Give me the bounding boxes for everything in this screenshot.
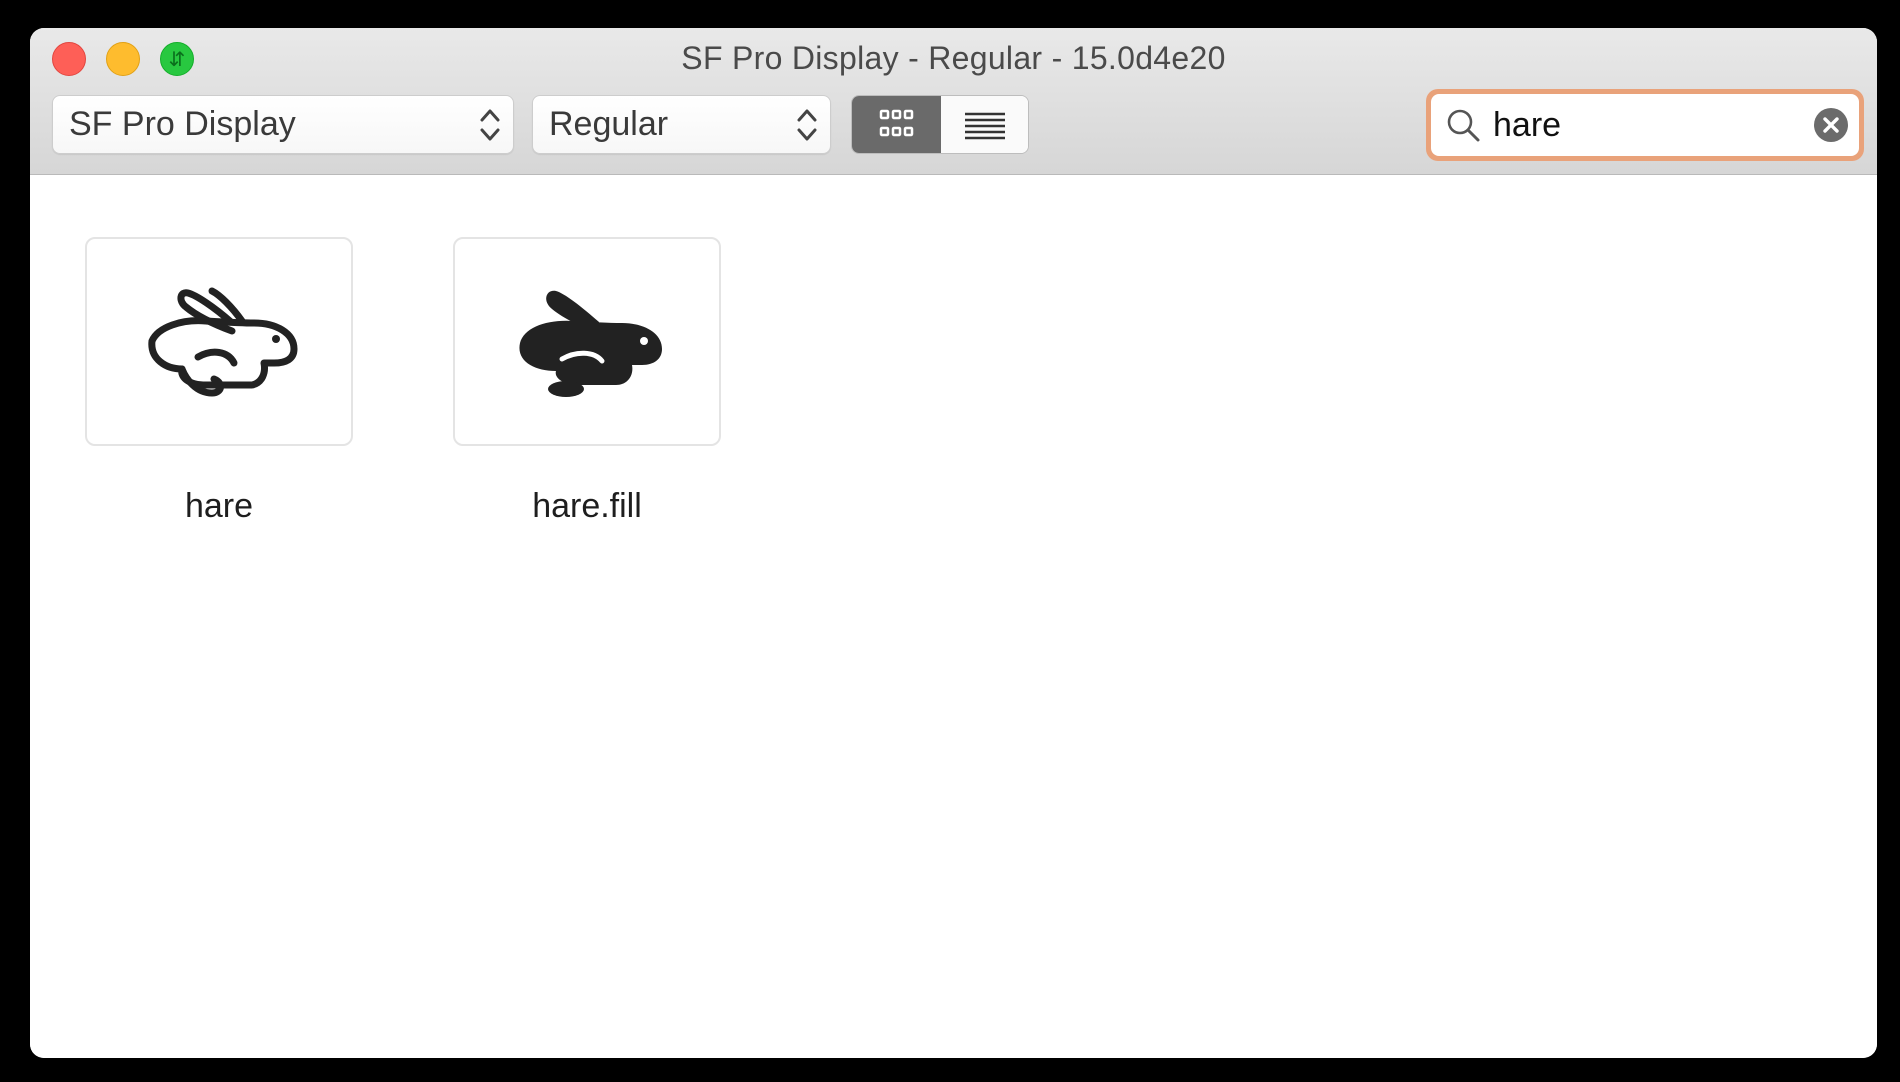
search-input[interactable] (1493, 98, 1793, 152)
search-field (1426, 89, 1864, 161)
font-family-value: SF Pro Display (69, 105, 296, 143)
font-family-popup[interactable]: SF Pro Display (52, 95, 514, 154)
symbol-tile-hare-fill[interactable] (453, 237, 721, 446)
magnifying-glass-icon (1447, 109, 1480, 142)
search-field-inner (1431, 94, 1859, 156)
symbol-label: hare (184, 487, 254, 525)
clear-circle-icon[interactable] (1813, 107, 1849, 143)
hare-icon (148, 287, 298, 397)
up-down-chevron-icon (797, 109, 817, 141)
up-down-chevron-icon (480, 109, 500, 141)
list-view-icon (965, 112, 1005, 140)
grid-view-button[interactable] (852, 96, 941, 153)
titlebar: ⇵ SF Pro Display - Regular - 15.0d4e20 S… (30, 28, 1877, 175)
list-view-button[interactable] (941, 96, 1028, 153)
symbol-grid: hare hare.fill (30, 175, 1877, 1058)
font-weight-popup[interactable]: Regular (532, 95, 831, 154)
symbol-label: hare.fill (532, 487, 642, 525)
symbol-tile-hare[interactable] (85, 237, 353, 446)
font-weight-value: Regular (549, 105, 669, 143)
app-window: ⇵ SF Pro Display - Regular - 15.0d4e20 S… (30, 28, 1877, 1058)
window-title: SF Pro Display - Regular - 15.0d4e20 (681, 40, 1226, 76)
view-mode-toggle (851, 95, 1029, 154)
grid-view-icon (879, 109, 914, 137)
hare-fill-icon (519, 290, 662, 397)
